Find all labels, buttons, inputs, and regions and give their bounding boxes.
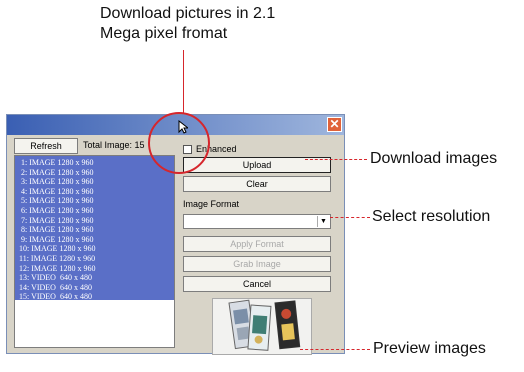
image-format-select[interactable]: ▼ <box>183 214 331 229</box>
list-item[interactable]: 7: IMAGE 1280 x 960 <box>19 216 93 226</box>
list-item[interactable]: 8: IMAGE 1280 x 960 <box>19 225 93 235</box>
grab-image-button[interactable]: Grab Image <box>183 256 331 272</box>
list-item[interactable]: 3: IMAGE 1280 x 960 <box>19 177 93 187</box>
annotation-top-line2: Mega pixel fromat <box>100 25 228 42</box>
list-item[interactable]: 15: VIDEO 640 x 480 <box>19 292 92 302</box>
list-item[interactable]: 14: VIDEO 640 x 480 <box>19 283 92 293</box>
annotation-top-line1: Download pictures in 2.1 <box>100 5 276 22</box>
annotation-highlight-circle <box>148 112 210 174</box>
preview-photo-strip <box>213 299 311 354</box>
annotation-line-preview <box>300 349 370 350</box>
close-button[interactable]: ✕ <box>327 117 342 132</box>
list-item[interactable]: 12: IMAGE 1280 x 960 <box>19 264 95 274</box>
refresh-button[interactable]: Refresh <box>14 138 78 154</box>
close-icon: ✕ <box>329 117 340 131</box>
list-item[interactable]: 10: IMAGE 1280 x 960 <box>19 244 95 254</box>
annotation-select-resolution: Select resolution <box>372 208 491 225</box>
list-item[interactable]: 2: IMAGE 1280 x 960 <box>19 168 93 178</box>
annotation-line-resolution <box>330 217 370 218</box>
list-item[interactable]: 11: IMAGE 1280 x 960 <box>19 254 95 264</box>
list-item[interactable]: 9: IMAGE 1280 x 960 <box>19 235 93 245</box>
cancel-button[interactable]: Cancel <box>183 276 331 292</box>
list-item[interactable]: 4: IMAGE 1280 x 960 <box>19 187 93 197</box>
annotation-download-images: Download images <box>370 150 498 167</box>
apply-format-button[interactable]: Apply Format <box>183 236 331 252</box>
annotation-preview-images: Preview images <box>373 340 486 357</box>
annotation-line-download <box>305 159 367 160</box>
list-item[interactable]: 1: IMAGE 1280 x 960 <box>19 158 93 168</box>
total-image-count: Total Image: 15 <box>83 140 145 150</box>
chevron-down-icon[interactable]: ▼ <box>317 216 329 227</box>
preview-image <box>212 298 312 355</box>
clear-button[interactable]: Clear <box>183 176 331 192</box>
image-format-label: Image Format <box>183 199 240 209</box>
list-item[interactable]: 13: VIDEO 640 x 480 <box>19 273 92 283</box>
list-item[interactable]: 5: IMAGE 1280 x 960 <box>19 196 93 206</box>
annotation-top: Download pictures in 2.1 Mega pixel from… <box>100 4 275 44</box>
list-item[interactable]: 6: IMAGE 1280 x 960 <box>19 206 93 216</box>
image-list[interactable]: 1: IMAGE 1280 x 960 2: IMAGE 1280 x 960 … <box>14 155 175 348</box>
